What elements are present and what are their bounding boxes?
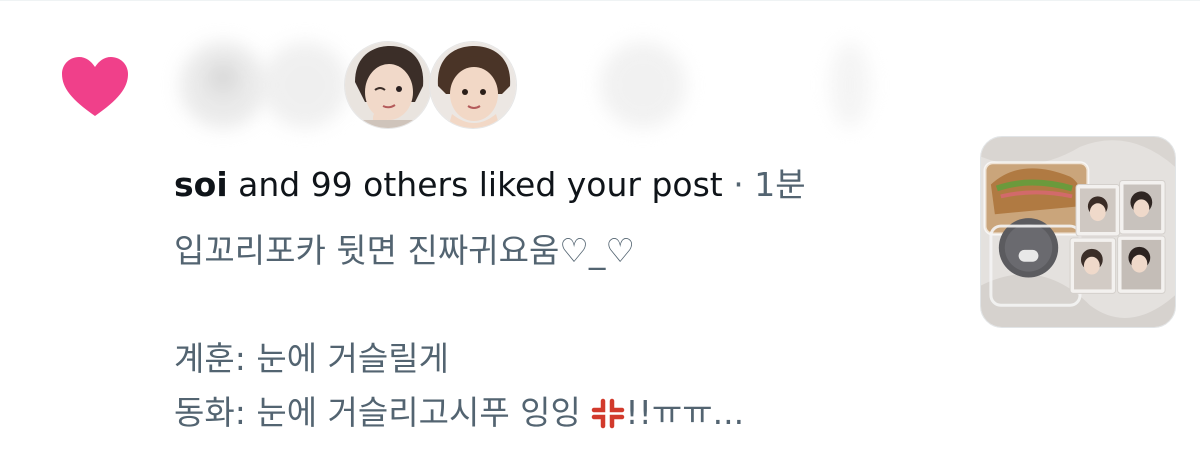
liker-avatar[interactable] [180,42,266,128]
post-line: 입꼬리포카 뒷면 진짜귀요움♡_♡ [174,231,635,270]
liker-avatar[interactable] [262,42,348,128]
post-line: 계훈: 눈에 거슬릴게 [174,339,449,378]
liker-avatar[interactable] [830,42,870,128]
post-line-last: 동화: 눈에 거슬리고시푸 잉잉 !!ㅠㅠ... [174,386,934,440]
post-text[interactable]: 입꼬리포카 뒷면 진짜귀요움♡_♡ 계훈: 눈에 거슬릴게 동화: 눈에 거슬리… [174,224,934,440]
liker-username[interactable]: soi [174,165,228,204]
post-media-thumbnail[interactable] [980,136,1176,328]
post-line-suffix: !!ㅠㅠ... [625,393,745,432]
liker-avatar[interactable] [600,42,686,128]
liker-avatar[interactable] [345,42,431,128]
post-line: 동화: 눈에 거슬리고시푸 잉잉 [174,393,581,432]
heart-icon [60,56,130,118]
like-summary: soi and 99 others liked your post · 1분 [174,160,806,210]
anger-symbol-icon [591,391,625,429]
liker-avatar[interactable] [430,42,516,128]
post-blank-line [174,278,934,332]
liked-text: and 99 others liked your post [227,165,723,204]
separator-dot: · [722,165,755,204]
timestamp: 1분 [754,165,806,204]
like-notification[interactable]: soi and 99 others liked your post · 1분 입… [0,0,1200,463]
